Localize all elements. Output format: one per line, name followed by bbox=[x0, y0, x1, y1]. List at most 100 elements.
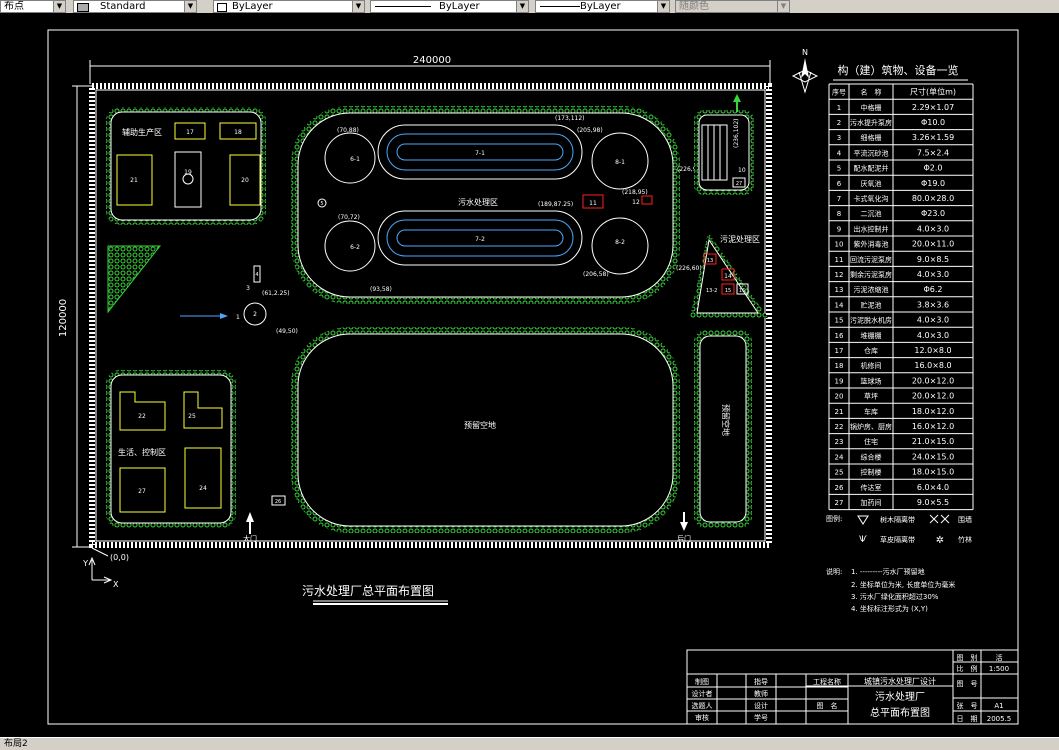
table-cell: 16 bbox=[835, 332, 844, 340]
table-cell: 9.0×5.5 bbox=[917, 498, 949, 507]
tb-sheet-value: A1 bbox=[994, 702, 1003, 710]
plotstyle-combo[interactable]: 随颜色 ▼ bbox=[675, 0, 790, 13]
table-cell: 回流污泥泵房 bbox=[850, 255, 892, 264]
table-cell: 24.0×15.0 bbox=[912, 452, 954, 461]
named-view-combo[interactable]: 布点 ▼ bbox=[0, 0, 66, 13]
drawing-canvas[interactable]: 240000 120000 辅助生产区 17 18 21 19 20 污水处理区… bbox=[0, 13, 1059, 737]
legend-item-tree-belt: 树木隔离带 bbox=[880, 515, 915, 524]
layout-tab[interactable]: 布局2 bbox=[0, 738, 32, 750]
table-cell: 污水提升泵房 bbox=[850, 118, 892, 127]
table-cell: 20.0×11.0 bbox=[912, 240, 954, 249]
unit-7-2-label: 7-2 bbox=[475, 236, 485, 243]
coord-c2: (70,72) bbox=[338, 214, 360, 221]
table-cell: 20 bbox=[835, 393, 844, 401]
table-cell: 3 bbox=[837, 134, 841, 142]
reserve-zone bbox=[297, 333, 674, 527]
chevron-down-icon[interactable]: ▼ bbox=[184, 1, 196, 12]
tree-belt-icon bbox=[857, 515, 869, 525]
table-cell: 1 bbox=[837, 104, 841, 112]
table-cell: 污泥浓缩池 bbox=[854, 285, 889, 294]
table-cell: 卡式氧化沟 bbox=[854, 194, 889, 203]
tb-name-value-1: 污水处理厂 bbox=[875, 691, 925, 703]
origin-leader bbox=[91, 547, 109, 557]
dimension-width-text: 240000 bbox=[413, 55, 451, 66]
chevron-down-icon[interactable]: ▼ bbox=[352, 1, 364, 12]
table-cell: 二沉池 bbox=[861, 209, 882, 218]
building-19-label: 19 bbox=[184, 169, 192, 176]
chevron-down-icon[interactable]: ▼ bbox=[53, 1, 65, 12]
table-cell: 19 bbox=[835, 377, 844, 385]
bamboo-grove bbox=[107, 245, 162, 314]
unit-27-label: 27 bbox=[736, 181, 742, 187]
table-cell: 12.0×8.0 bbox=[914, 346, 951, 355]
tb-scale-value: 1:500 bbox=[989, 665, 1009, 673]
cad-drawing[interactable]: 240000 120000 辅助生产区 17 18 21 19 20 污水处理区… bbox=[0, 13, 1059, 737]
legend-item-bamboo: 竹林 bbox=[958, 535, 972, 544]
building-18-label: 18 bbox=[234, 129, 242, 136]
table-cell: 26 bbox=[835, 484, 844, 492]
tb-date-label: 日 期 bbox=[957, 715, 978, 723]
unit-5-label: 5 bbox=[320, 201, 323, 207]
outflow-arrow-head bbox=[733, 94, 741, 102]
lineweight-combo[interactable]: ByLayer ▼ bbox=[535, 0, 670, 13]
note-3: 3. 污水厂绿化面积超过30% bbox=[851, 592, 939, 601]
unit-8-1-label: 8-1 bbox=[615, 159, 625, 166]
table-cell: 贮泥池 bbox=[861, 300, 882, 309]
sludge-zone-label: 污泥处理区 bbox=[720, 234, 760, 244]
table-cell: 16.0×8.0 bbox=[914, 361, 951, 370]
table-cell: 5 bbox=[837, 165, 841, 173]
table-cell: 21.0×15.0 bbox=[912, 437, 954, 446]
table-cell: 剩余污泥泵房 bbox=[850, 270, 892, 279]
building-17-label: 17 bbox=[186, 129, 194, 136]
table-cell: 18.0×12.0 bbox=[912, 407, 954, 416]
chevron-down-icon[interactable]: ▼ bbox=[516, 1, 528, 12]
table-cell: 13 bbox=[835, 286, 844, 294]
table-cell: 配水配泥井 bbox=[854, 164, 889, 173]
linetype-combo[interactable]: ByLayer ▼ bbox=[370, 0, 529, 13]
table-cell: 4.0×3.0 bbox=[917, 224, 949, 233]
main-gate-label: 大门 bbox=[243, 534, 257, 543]
tb-name-value-2: 总平面布置图 bbox=[870, 706, 930, 719]
table-cell: 16.0×12.0 bbox=[912, 422, 954, 431]
unit-15-label: 15 bbox=[725, 288, 731, 294]
table-cell: 住宅 bbox=[864, 437, 878, 446]
text-style-combo[interactable]: Standard ▼ bbox=[73, 0, 197, 13]
ucs-y-label: Y bbox=[82, 559, 88, 568]
table-cell: 12 bbox=[835, 271, 844, 279]
table-cell: 7 bbox=[837, 195, 841, 203]
table-cell: 15 bbox=[835, 317, 844, 325]
coord-c8: (189,87.25) bbox=[538, 201, 573, 208]
building-26-label: 26 bbox=[275, 499, 281, 505]
note-4: 4. 坐标标注形式为 (X,Y) bbox=[851, 604, 928, 613]
north-arrow-icon bbox=[791, 58, 819, 94]
chevron-down-icon[interactable]: ▼ bbox=[657, 1, 669, 12]
table-cell: Φ2.0 bbox=[923, 164, 942, 173]
tb-design: 设计 bbox=[754, 701, 768, 710]
building-27-label: 27 bbox=[138, 488, 146, 495]
table-cell: 4 bbox=[837, 149, 842, 157]
table-cell: Φ23.0 bbox=[921, 209, 945, 218]
coord-c9: (93,58) bbox=[370, 286, 392, 293]
unit-1-label: 1 bbox=[236, 314, 240, 321]
table-cell: 7.5×2.4 bbox=[917, 148, 949, 157]
layer-combo[interactable]: ByLayer ▼ bbox=[213, 0, 365, 13]
tb-zhitu: 制图 bbox=[695, 677, 709, 686]
building-21-label: 21 bbox=[130, 177, 138, 184]
coord-c4: (205,98) bbox=[577, 127, 603, 134]
tb-scale-label: 比 例 bbox=[957, 664, 978, 673]
table-cell: 80.0×28.0 bbox=[912, 194, 954, 203]
coord-c11: (226,60) bbox=[676, 265, 702, 272]
table-cell: 24 bbox=[835, 453, 844, 461]
legend-item-lawn-belt: 草皮隔离带 bbox=[880, 535, 915, 544]
chevron-down-icon[interactable]: ▼ bbox=[777, 1, 789, 12]
unit-16-label: 16 bbox=[739, 288, 745, 294]
table-cell: 11 bbox=[835, 256, 844, 264]
bamboo-icon: ✲ bbox=[936, 535, 944, 546]
table-cell: Φ6.2 bbox=[923, 285, 942, 294]
tb-designer: 设计者 bbox=[692, 689, 713, 698]
status-bar: 布局2 bbox=[0, 737, 1059, 750]
tb-project-value: 城镇污水处理厂设计 bbox=[864, 676, 936, 686]
table-cell: 3.26×1.59 bbox=[912, 133, 954, 142]
table-cell: 草坪 bbox=[864, 392, 878, 401]
table-cell: 出水控制井 bbox=[854, 224, 889, 233]
